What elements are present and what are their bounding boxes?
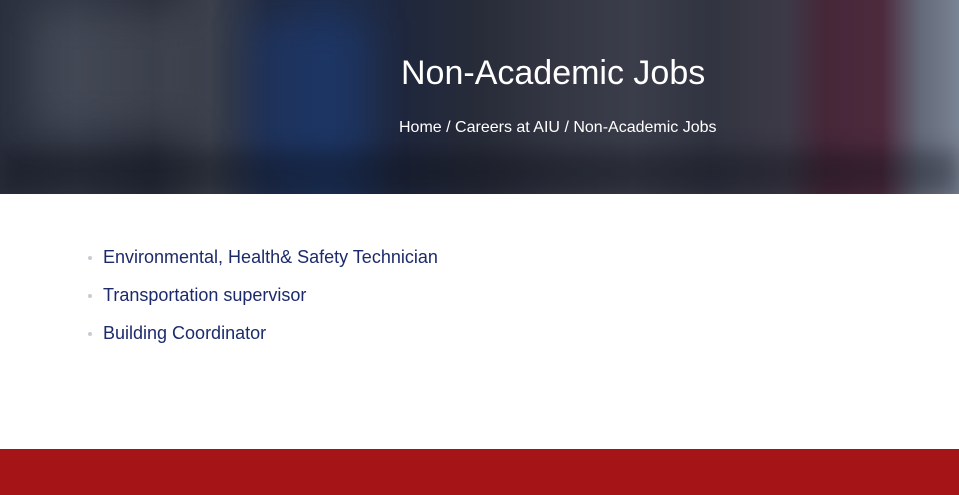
breadcrumb-current: Non-Academic Jobs [573, 119, 717, 136]
job-list: Environmental, Health& Safety Technician… [88, 246, 438, 360]
bullet-icon [88, 256, 92, 260]
hero-background-blur [30, 10, 190, 130]
page-title: Non-Academic Jobs [401, 54, 706, 92]
bullet-icon [88, 294, 92, 298]
footer-bar [0, 449, 959, 495]
job-list-item[interactable]: Building Coordinator [88, 322, 438, 360]
hero-background-shadow [0, 150, 959, 194]
job-title[interactable]: Transportation supervisor [103, 285, 306, 305]
job-list-item[interactable]: Environmental, Health& Safety Technician [88, 246, 438, 284]
breadcrumb: Home / Careers at AIU / Non-Academic Job… [399, 118, 717, 138]
breadcrumb-careers-link[interactable]: Careers at AIU [455, 119, 560, 136]
bullet-icon [88, 332, 92, 336]
job-title[interactable]: Environmental, Health& Safety Technician [103, 247, 438, 267]
breadcrumb-separator: / [564, 119, 569, 136]
job-title[interactable]: Building Coordinator [103, 323, 266, 343]
job-list-item[interactable]: Transportation supervisor [88, 284, 438, 322]
breadcrumb-home-link[interactable]: Home [399, 119, 442, 136]
breadcrumb-separator: / [446, 119, 451, 136]
page-hero-banner: Non-Academic Jobs Home / Careers at AIU … [0, 0, 959, 194]
main-content: Environmental, Health& Safety Technician… [0, 194, 959, 449]
